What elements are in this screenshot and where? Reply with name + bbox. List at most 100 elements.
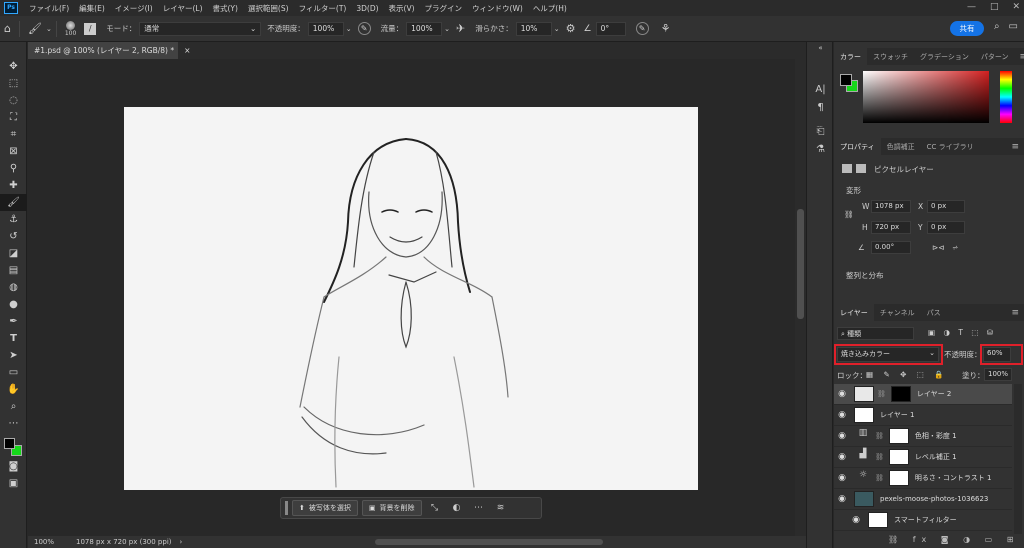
chevron-down-icon[interactable]: ⌄	[444, 25, 450, 33]
eye-icon[interactable]: ◉	[834, 410, 850, 420]
pressure-size-icon[interactable]: ✎	[635, 22, 649, 35]
layer-row[interactable]: ◉ スマートフィルター	[834, 510, 1012, 531]
tab-paths[interactable]: パス	[921, 304, 947, 321]
scrollbar-thumb[interactable]	[797, 209, 804, 319]
color-swatches[interactable]	[0, 432, 27, 458]
layer-row[interactable]: ◉ ⛓ レイヤー 2	[834, 384, 1012, 405]
more-icon[interactable]: ⋯	[470, 503, 488, 513]
layer-name[interactable]: レイヤー 1	[880, 410, 914, 420]
brush-tool-icon[interactable]: 🖌	[28, 22, 42, 35]
layer-kind-filter[interactable]: ⌕ 種類	[837, 327, 914, 340]
mode-select[interactable]: 通常 ⌄	[139, 21, 262, 36]
gradient-tool-icon[interactable]: ▤	[0, 262, 27, 279]
align-heading[interactable]: 整列と分布	[846, 270, 884, 281]
eye-icon[interactable]: ◉	[834, 473, 850, 483]
history-brush-tool-icon[interactable]: ↺	[0, 228, 27, 245]
blur-tool-icon[interactable]: ◍	[0, 279, 27, 296]
rotation-field[interactable]: 0.00°	[871, 241, 911, 254]
horizontal-scrollbar[interactable]	[375, 539, 603, 545]
clone-stamp-tool-icon[interactable]: ⚓	[0, 211, 27, 228]
type-tool-icon[interactable]: T	[0, 330, 27, 347]
frame-tool-icon[interactable]: ⊠	[0, 143, 27, 160]
pressure-opacity-icon[interactable]: ✎	[357, 22, 371, 35]
opacity-field[interactable]: 100%	[307, 21, 344, 36]
airbrush-icon[interactable]: ✈	[456, 22, 465, 35]
flip-horizontal-icon[interactable]: ⊳⊲	[932, 243, 945, 252]
menu-image[interactable]: イメージ(I)	[110, 3, 158, 14]
chevron-down-icon[interactable]: ⌄	[554, 25, 560, 33]
menu-type[interactable]: 書式(Y)	[208, 3, 243, 14]
object-selection-tool-icon[interactable]: ⛶	[0, 109, 27, 126]
tab-properties[interactable]: プロパティ	[834, 138, 881, 155]
menu-plugins[interactable]: プラグイン	[420, 3, 468, 14]
flip-vertical-icon[interactable]: ⩫	[952, 243, 958, 252]
drag-handle-icon[interactable]	[285, 501, 288, 515]
select-subject-button[interactable]: ⬆ 被写体を選択	[292, 500, 358, 516]
transform-icon[interactable]: ⤡	[426, 503, 444, 513]
eraser-tool-icon[interactable]: ◪	[0, 245, 27, 262]
menu-layer[interactable]: レイヤー(L)	[158, 3, 208, 14]
layer-filter-icons[interactable]: ▣ ◑ T ⬚ ⛁	[928, 328, 996, 337]
menu-window[interactable]: ウィンドウ(W)	[467, 3, 528, 14]
menu-help[interactable]: ヘルプ(H)	[528, 3, 572, 14]
layer-row[interactable]: ◉ ▟ ⛓ レベル補正 1	[834, 447, 1012, 468]
height-field[interactable]: 720 px	[871, 221, 911, 234]
adjustment-icon[interactable]: ◐	[448, 503, 466, 513]
tab-gradients[interactable]: グラデーション	[914, 48, 975, 65]
hue-slider[interactable]	[1000, 71, 1012, 123]
layer-name[interactable]: 明るさ・コントラスト 1	[915, 473, 992, 483]
maximize-icon[interactable]: □	[990, 2, 999, 12]
marquee-tool-icon[interactable]: ⬚	[0, 75, 27, 92]
panel-menu-icon[interactable]: ≡	[1015, 48, 1024, 65]
layer-row[interactable]: ◉ pexels-moose-photos-1036623	[834, 489, 1012, 510]
zoom-level[interactable]: 100%	[34, 538, 66, 546]
canvas-image[interactable]	[124, 107, 698, 490]
workspace-icon[interactable]: ▭	[1009, 21, 1018, 32]
search-icon[interactable]: ⌕	[994, 21, 1000, 32]
chevron-down-icon[interactable]: ⌄	[46, 25, 52, 33]
tab-cc-libraries[interactable]: CC ライブラリ	[921, 138, 980, 155]
status-arrow-icon[interactable]: ›	[180, 538, 183, 546]
tab-layers[interactable]: レイヤー	[834, 304, 874, 321]
eyedropper-tool-icon[interactable]: ⚲	[0, 160, 27, 177]
panel-menu-icon[interactable]: ≡	[1006, 304, 1024, 321]
color-fg-swatch[interactable]	[840, 74, 852, 86]
x-field[interactable]: 0 px	[927, 200, 965, 213]
gear-icon[interactable]: ⚙	[566, 22, 576, 35]
layer-name[interactable]: pexels-moose-photos-1036623	[880, 495, 988, 503]
path-selection-tool-icon[interactable]: ➤	[0, 347, 27, 364]
layer-row[interactable]: ◉ ☼ ⛓ 明るさ・コントラスト 1	[834, 468, 1012, 489]
document-tab[interactable]: #1.psd @ 100% (レイヤー 2, RGB/8) * ×	[28, 42, 190, 59]
eye-icon[interactable]: ◉	[834, 494, 850, 504]
collapse-icon[interactable]: «	[807, 42, 834, 54]
symmetry-icon[interactable]: ⚘	[661, 22, 671, 35]
more-tools-icon[interactable]: ⋯	[0, 415, 27, 432]
layer-name[interactable]: 色相・彩度 1	[915, 431, 957, 441]
tab-color[interactable]: カラー	[834, 48, 867, 65]
transform-heading[interactable]: 変形	[846, 185, 861, 196]
eye-icon[interactable]: ◉	[848, 515, 864, 525]
crop-tool-icon[interactable]: ⌗	[0, 126, 27, 143]
menu-3d[interactable]: 3D(D)	[351, 4, 383, 13]
share-button[interactable]: 共有	[950, 21, 984, 36]
eye-icon[interactable]: ◉	[834, 431, 850, 441]
screen-mode-icon[interactable]: ▣	[0, 475, 27, 492]
move-tool-icon[interactable]: ✥	[0, 58, 27, 75]
foreground-color-swatch[interactable]	[4, 438, 15, 449]
history-panel-icon[interactable]: ⎗	[807, 122, 834, 140]
flow-field[interactable]: 100%	[406, 21, 443, 36]
layer-row[interactable]: ◉ ▥ ⛓ 色相・彩度 1	[834, 426, 1012, 447]
angle-field[interactable]: 0°	[595, 21, 626, 36]
character-panel-icon[interactable]: A|	[807, 80, 834, 98]
quick-mask-icon[interactable]: ◙	[0, 458, 27, 475]
home-icon[interactable]: ⌂	[4, 22, 11, 35]
zoom-tool-icon[interactable]: ⌕	[0, 398, 27, 415]
layer-scrollbar[interactable]	[1014, 384, 1022, 534]
pen-tool-icon[interactable]: ✒	[0, 313, 27, 330]
minimize-icon[interactable]: —	[967, 2, 976, 12]
eye-icon[interactable]: ◉	[834, 389, 850, 399]
width-field[interactable]: 1078 px	[871, 200, 911, 213]
lock-icons[interactable]: ▦ ✎ ✥ ⬚ 🔒	[866, 370, 948, 379]
layers-footer-icons[interactable]: ⛓ fx ◙ ◑ ▭ ⊞ 🗑	[888, 535, 1024, 544]
tab-channels[interactable]: チャンネル	[874, 304, 921, 321]
